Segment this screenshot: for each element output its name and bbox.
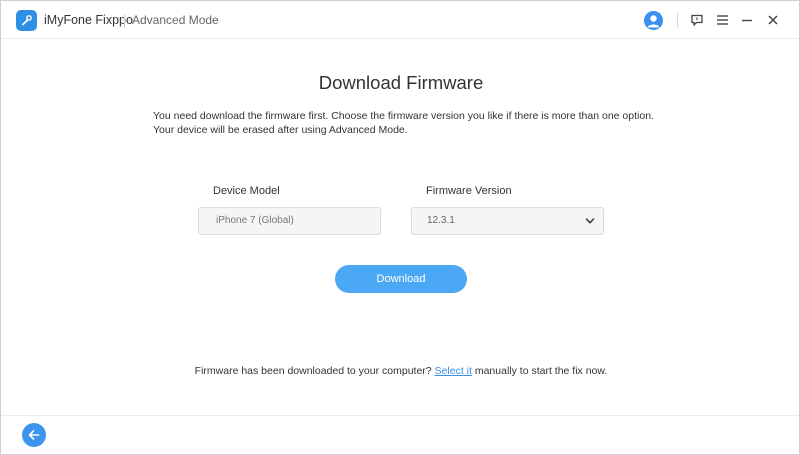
manual-select-prefix: Firmware has been downloaded to your com… (194, 365, 435, 377)
description: You need download the firmware first. Ch… (153, 109, 673, 137)
manual-select-suffix: manually to start the fix now. (471, 365, 608, 377)
user-avatar-icon[interactable] (644, 11, 663, 30)
firmware-version-value: 12.3.1 (427, 215, 455, 226)
wrench-app-icon (16, 10, 37, 31)
download-button[interactable]: Download (335, 265, 467, 293)
chat-bubble-icon[interactable] (688, 11, 706, 29)
app-name: iMyFone Fixppo (44, 13, 133, 27)
chevron-down-icon (585, 218, 595, 224)
description-line-1: You need download the firmware first. Ch… (153, 110, 654, 122)
manual-select-note: Firmware has been downloaded to your com… (1, 365, 800, 377)
title-divider (124, 14, 125, 28)
bottom-bar (1, 415, 799, 454)
mode-name: Advanced Mode (132, 13, 219, 27)
toolbar-divider (677, 13, 678, 28)
description-line-2: Your device will be erased after using A… (153, 124, 408, 136)
device-model-field: iPhone 7 (Global) (198, 207, 381, 235)
close-icon[interactable] (764, 11, 782, 29)
firmware-version-select[interactable]: 12.3.1 (411, 207, 604, 235)
firmware-version-label: Firmware Version (426, 185, 512, 197)
page-title: Download Firmware (318, 72, 484, 93)
device-model-label: Device Model (213, 185, 280, 197)
arrow-left-icon (28, 430, 40, 440)
minimize-icon[interactable] (738, 11, 756, 29)
app-window: iMyFone Fixppo Advanced Mode Download Fi… (0, 0, 800, 455)
title-bar: iMyFone Fixppo Advanced Mode (1, 1, 799, 39)
hamburger-menu-icon[interactable] (713, 11, 731, 29)
back-button[interactable] (22, 423, 46, 447)
select-it-link[interactable]: Select it (435, 365, 472, 377)
